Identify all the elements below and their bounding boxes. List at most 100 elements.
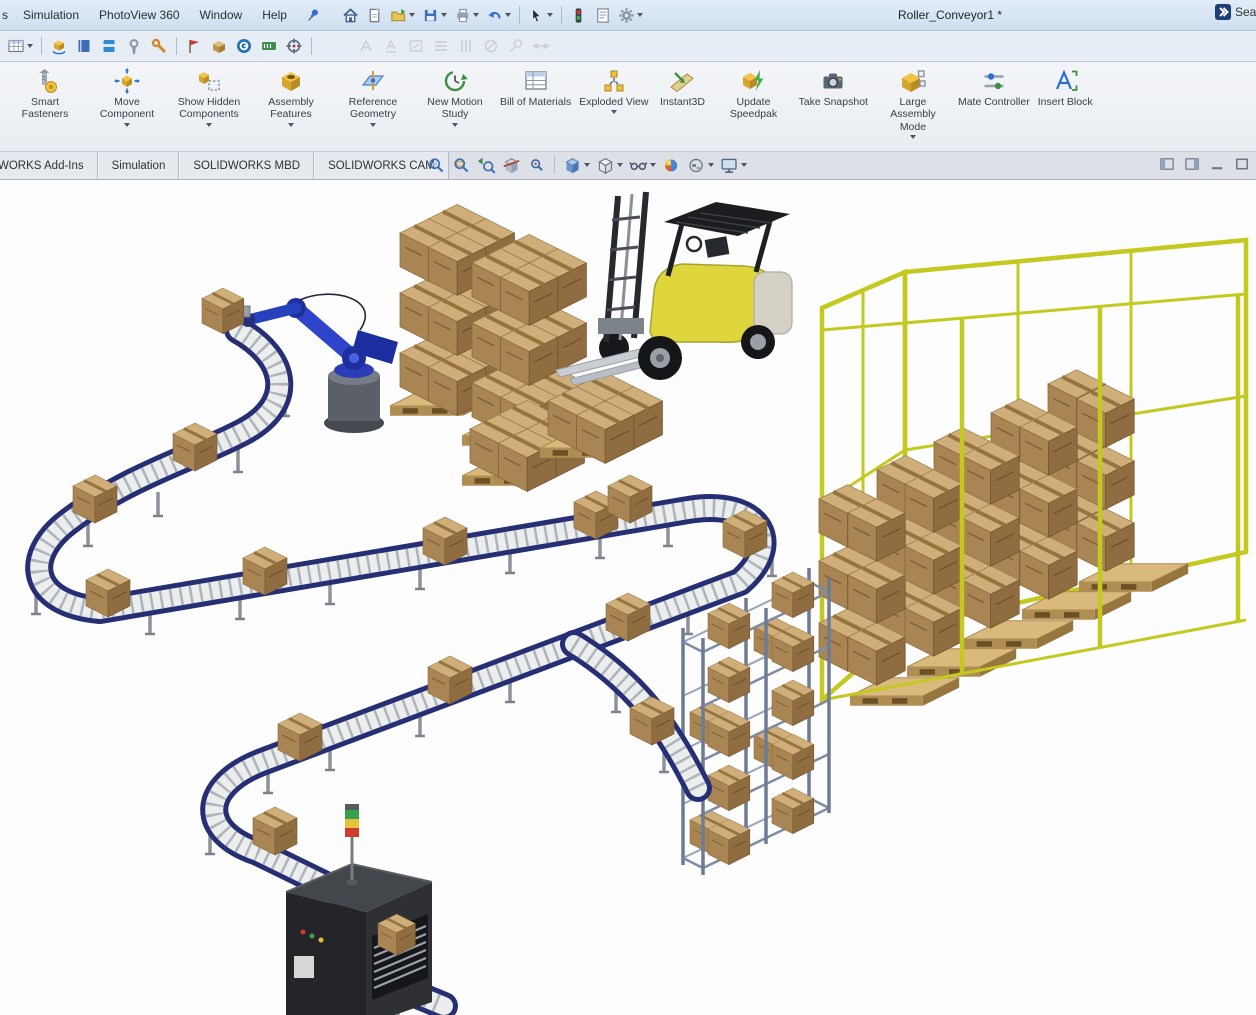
horizontal-lines-icon [434, 41, 448, 51]
3d-drawing-view-button[interactable] [47, 34, 71, 58]
hole-wizard-button[interactable] [122, 34, 146, 58]
zoom-to-area-button[interactable] [450, 154, 473, 176]
tab-simulation[interactable]: Simulation [97, 152, 180, 179]
edrawings-button[interactable] [232, 34, 256, 58]
costing-button[interactable] [182, 34, 206, 58]
tab-solidworks-mbd[interactable]: SOLIDWORKS MBD [179, 152, 315, 179]
magnified-selection-button[interactable] [525, 154, 548, 176]
search-flag-icon [1214, 3, 1232, 21]
menu-item-cut[interactable]: s [0, 0, 13, 30]
robot-arm[interactable] [200, 286, 398, 433]
horizontal-lines-button[interactable] [429, 34, 453, 58]
ribbon-button-assembly-features[interactable]: Assembly Features [250, 66, 332, 129]
home-button[interactable] [339, 3, 362, 27]
previous-view-button[interactable] [475, 154, 498, 176]
ribbon-button-mate-controller[interactable]: Mate Controller [954, 66, 1034, 110]
menu-item-help[interactable]: Help [252, 0, 297, 30]
ribbon-button-update-speedpak[interactable]: Update Speedpak [712, 66, 794, 123]
view-orientation-button[interactable] [561, 154, 592, 176]
options-button[interactable] [615, 3, 646, 27]
align-text-button[interactable] [354, 34, 378, 58]
storage-racks[interactable] [681, 568, 831, 875]
mate-controller-icon [983, 72, 1005, 91]
ribbon-button-smart-fasteners[interactable]: Smart Fasteners [4, 66, 86, 123]
menu-item-window[interactable]: Window [190, 0, 253, 30]
ribbon-button-bill-of-materials[interactable]: Bill of Materials [496, 66, 575, 110]
ribbon-button-show-hidden-components[interactable]: Show Hidden Components [168, 66, 250, 129]
align-text-under-button[interactable] [379, 34, 403, 58]
separator [41, 37, 42, 55]
ribbon-button-insert-block[interactable]: Insert Block [1034, 66, 1097, 110]
print-button[interactable] [451, 3, 482, 27]
design-library-blue-button[interactable] [97, 34, 121, 58]
pane-left-icon[interactable] [1159, 156, 1175, 172]
dropdown-caret [124, 122, 130, 127]
ribbon-button-instant3d[interactable]: Instant3D [652, 66, 712, 110]
vertical-lines-button[interactable] [454, 34, 478, 58]
cardboard-boxes[interactable] [71, 421, 769, 857]
dropdown-caret [650, 163, 656, 167]
display-style-button[interactable] [594, 154, 625, 176]
dropdown-caret [452, 122, 458, 127]
save-button[interactable] [419, 3, 450, 27]
design-library-blue-icon [103, 40, 115, 52]
zoom-to-fit-button[interactable] [425, 154, 448, 176]
step-export-button[interactable] [257, 34, 281, 58]
ribbon-label: Large Assembly Mode [890, 96, 936, 133]
ribbon-button-take-snapshot[interactable]: Take Snapshot [794, 66, 871, 110]
tab-solidworks-add-ins[interactable]: WORKS Add-Ins [0, 152, 98, 179]
edit-appearance-button[interactable] [660, 154, 683, 176]
hide-show-items-button[interactable] [627, 154, 658, 176]
expand-icon[interactable] [1234, 156, 1250, 172]
ribbon-button-exploded-view[interactable]: Exploded View [575, 66, 652, 116]
bounding-box-button[interactable] [404, 34, 428, 58]
forklift[interactable] [555, 191, 793, 386]
file-properties-button[interactable] [591, 3, 614, 27]
hide-show-items-icon [629, 161, 648, 170]
smart-fasteners-icon [39, 68, 57, 93]
new-document-button[interactable] [363, 3, 386, 27]
select-button[interactable] [525, 3, 556, 27]
previous-view-icon [477, 156, 496, 174]
ribbon-button-reference-geometry[interactable]: Reference Geometry [332, 66, 414, 129]
view-orientation-icon [566, 157, 579, 174]
undo-button[interactable] [483, 3, 514, 27]
design-library-button[interactable] [72, 34, 96, 58]
dimension-button[interactable] [529, 34, 553, 58]
pane-right-icon[interactable] [1184, 156, 1200, 172]
separator [518, 6, 520, 24]
ribbon-button-large-assembly-mode[interactable]: Large Assembly Mode [872, 66, 954, 141]
viewport-3d-scene[interactable] [0, 180, 1256, 1015]
edit-appearance-icon [665, 158, 678, 172]
pin-icon [305, 7, 320, 23]
solidworks-window: s Simulation PhotoView 360 Window Help R… [0, 0, 1256, 1015]
open-document-button[interactable] [387, 3, 418, 27]
packaging-machine[interactable] [285, 804, 433, 1015]
ribbon-button-new-motion-study[interactable]: New Motion Study [414, 66, 496, 129]
section-view-button[interactable] [500, 154, 523, 176]
warehouse-pallet-block[interactable] [819, 370, 1188, 706]
balloon-icon [509, 39, 523, 53]
packaging-button[interactable] [207, 34, 231, 58]
design-table-button[interactable] [4, 34, 36, 58]
ribbon-label: Bill of Materials [500, 96, 572, 108]
view-settings-button[interactable] [718, 154, 749, 176]
file-properties-icon [597, 7, 609, 23]
dropdown-caret [546, 13, 553, 17]
document-title: Roller_Conveyor1 * [898, 8, 1003, 22]
ribbon-button-move-component[interactable]: Move Component [86, 66, 168, 129]
graphics-viewport[interactable] [0, 180, 1256, 1015]
pin-menu-button[interactable] [305, 7, 321, 23]
options-gear-icon [618, 6, 635, 24]
rebuild-button[interactable] [567, 3, 590, 27]
search-box[interactable]: Sea [1214, 3, 1256, 21]
instant3d-target-button[interactable] [282, 34, 306, 58]
no-note-button[interactable] [479, 34, 503, 58]
save-icon [424, 9, 437, 21]
menu-item-simulation[interactable]: Simulation [13, 0, 89, 30]
minimize-icon[interactable] [1209, 156, 1225, 172]
apply-scene-button[interactable] [685, 154, 716, 176]
toolbox-button[interactable] [147, 34, 171, 58]
balloon-button[interactable] [504, 34, 528, 58]
menu-item-photoview[interactable]: PhotoView 360 [89, 0, 190, 30]
